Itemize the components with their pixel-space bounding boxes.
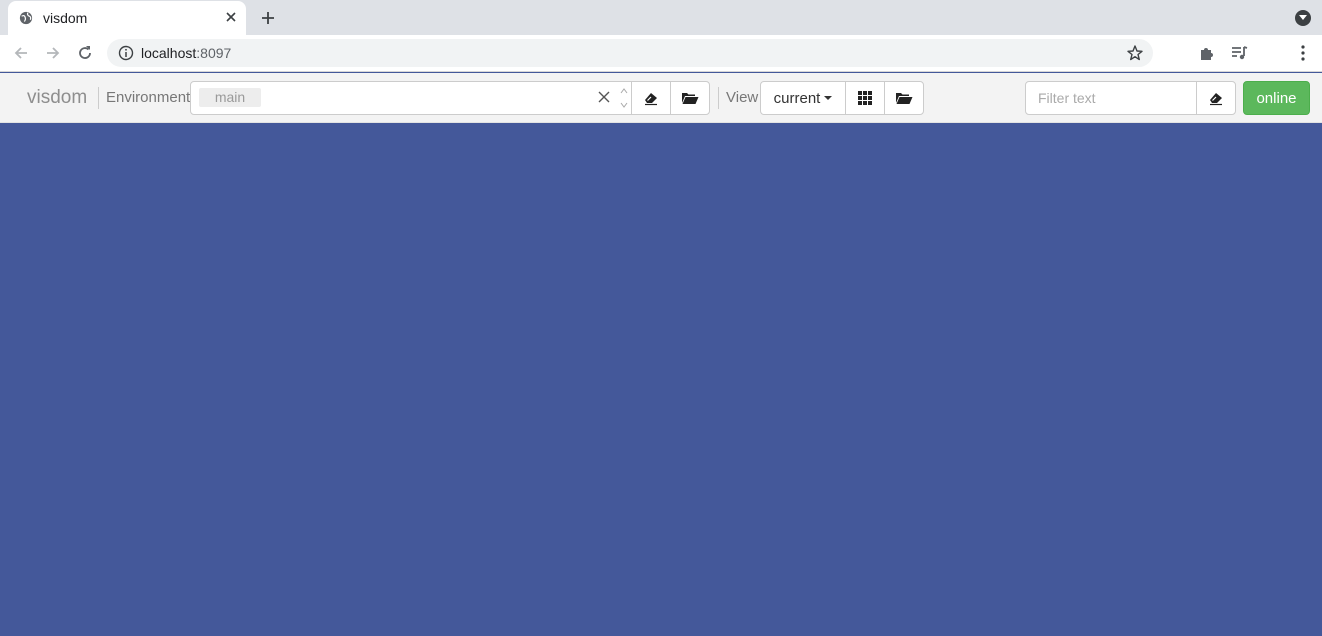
browser-tab[interactable]: visdom — [8, 1, 246, 35]
environment-select[interactable]: main — [190, 81, 632, 115]
folder-open-icon — [682, 93, 699, 104]
environment-tag-main[interactable]: main — [199, 88, 261, 107]
plus-icon[interactable] — [259, 9, 277, 27]
divider — [718, 87, 719, 109]
filter-text-input[interactable] — [1025, 81, 1197, 115]
folder-open-icon — [896, 93, 913, 104]
eraser-icon — [1210, 93, 1222, 106]
close-icon[interactable] — [597, 90, 611, 104]
workspace-canvas — [0, 124, 1322, 636]
visdom-navbar: visdom Environment main View current Fil… — [0, 73, 1322, 123]
url-host: localhost — [141, 45, 197, 61]
browser-tabstrip: visdom — [0, 0, 1322, 35]
kebab-menu-icon[interactable] — [1294, 44, 1312, 62]
clear-environment-button[interactable] — [631, 81, 671, 115]
clear-filter-button[interactable] — [1196, 81, 1236, 115]
url-text[interactable]: localhost:8097 — [141, 45, 231, 61]
close-icon[interactable] — [224, 10, 238, 24]
repack-layout-button[interactable] — [845, 81, 885, 115]
reload-icon[interactable] — [75, 43, 95, 63]
tab-search-icon[interactable] — [1295, 10, 1311, 26]
view-label: View — [726, 89, 759, 106]
spinner-arrows-icon[interactable] — [619, 86, 629, 110]
url-port: :8097 — [196, 45, 232, 61]
playlist-icon[interactable] — [1230, 44, 1248, 62]
globe-icon — [19, 11, 33, 25]
eraser-icon — [645, 93, 657, 106]
connection-status-button[interactable]: online — [1243, 81, 1310, 115]
tab-title: visdom — [43, 10, 88, 26]
divider — [98, 87, 99, 109]
view-select[interactable]: current — [760, 81, 846, 115]
star-icon[interactable] — [1126, 44, 1144, 62]
arrow-right-icon[interactable] — [43, 43, 63, 63]
brand-logo[interactable]: visdom — [27, 87, 87, 109]
browser-toolbar: localhost:8097 — [0, 35, 1322, 72]
grid-icon — [858, 91, 872, 105]
info-icon[interactable] — [118, 45, 134, 61]
view-selected-value: current — [773, 89, 821, 107]
arrow-left-icon[interactable] — [11, 43, 31, 63]
environment-label: Environment — [106, 89, 191, 106]
address-bar[interactable]: localhost:8097 — [107, 39, 1153, 67]
chevron-down-icon — [824, 96, 833, 100]
manage-environments-button[interactable] — [670, 81, 710, 115]
manage-views-button[interactable] — [884, 81, 924, 115]
puzzle-icon[interactable] — [1198, 44, 1216, 62]
